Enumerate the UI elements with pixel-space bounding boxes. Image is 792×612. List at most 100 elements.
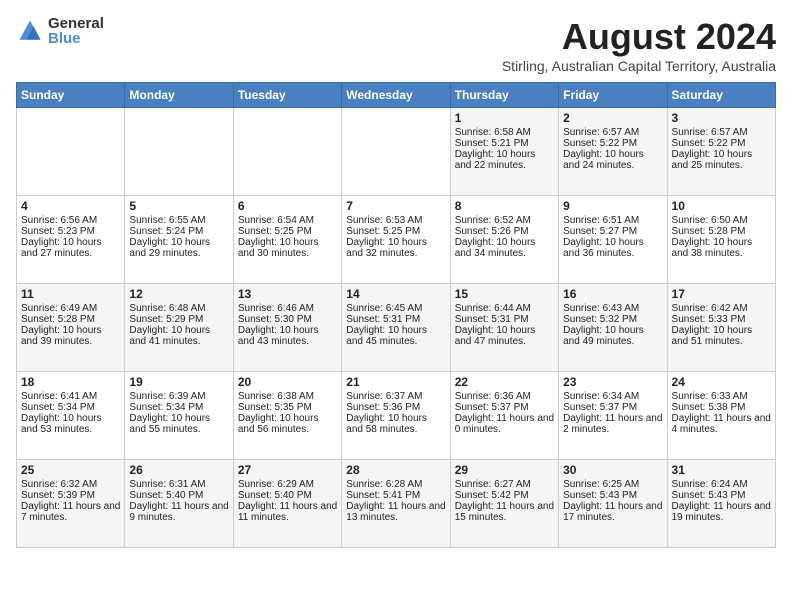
day-info: Sunset: 5:34 PM bbox=[129, 402, 228, 413]
day-number: 31 bbox=[672, 463, 771, 477]
day-info: Sunset: 5:39 PM bbox=[21, 490, 120, 501]
day-info: Sunrise: 6:52 AM bbox=[455, 215, 554, 226]
day-info: Sunrise: 6:46 AM bbox=[238, 303, 337, 314]
day-info: Sunrise: 6:42 AM bbox=[672, 303, 771, 314]
day-info: Daylight: 11 hours and 0 minutes. bbox=[455, 413, 554, 435]
calendar-cell: 17Sunrise: 6:42 AMSunset: 5:33 PMDayligh… bbox=[667, 284, 775, 372]
calendar-cell: 13Sunrise: 6:46 AMSunset: 5:30 PMDayligh… bbox=[233, 284, 341, 372]
logo-text: General Blue bbox=[48, 16, 104, 46]
day-info: Sunrise: 6:49 AM bbox=[21, 303, 120, 314]
day-info: Daylight: 10 hours and 43 minutes. bbox=[238, 325, 337, 347]
calendar-cell: 3Sunrise: 6:57 AMSunset: 5:22 PMDaylight… bbox=[667, 108, 775, 196]
day-info: Daylight: 10 hours and 41 minutes. bbox=[129, 325, 228, 347]
calendar-cell bbox=[233, 108, 341, 196]
calendar-cell bbox=[17, 108, 125, 196]
day-info: Sunrise: 6:34 AM bbox=[563, 391, 662, 402]
calendar-cell: 18Sunrise: 6:41 AMSunset: 5:34 PMDayligh… bbox=[17, 372, 125, 460]
header-cell-thursday: Thursday bbox=[450, 83, 558, 108]
day-info: Sunrise: 6:44 AM bbox=[455, 303, 554, 314]
day-info: Daylight: 10 hours and 25 minutes. bbox=[672, 149, 771, 171]
calendar-cell: 27Sunrise: 6:29 AMSunset: 5:40 PMDayligh… bbox=[233, 460, 341, 548]
day-number: 1 bbox=[455, 111, 554, 125]
day-info: Daylight: 11 hours and 9 minutes. bbox=[129, 501, 228, 523]
logo: General Blue bbox=[16, 16, 104, 46]
location-subtitle: Stirling, Australian Capital Territory, … bbox=[502, 58, 776, 74]
calendar-week-3: 11Sunrise: 6:49 AMSunset: 5:28 PMDayligh… bbox=[17, 284, 776, 372]
calendar-cell: 1Sunrise: 6:58 AMSunset: 5:21 PMDaylight… bbox=[450, 108, 558, 196]
day-number: 6 bbox=[238, 199, 337, 213]
day-info: Sunset: 5:22 PM bbox=[563, 138, 662, 149]
day-info: Daylight: 10 hours and 56 minutes. bbox=[238, 413, 337, 435]
day-info: Sunrise: 6:50 AM bbox=[672, 215, 771, 226]
calendar-cell: 22Sunrise: 6:36 AMSunset: 5:37 PMDayligh… bbox=[450, 372, 558, 460]
calendar-cell: 24Sunrise: 6:33 AMSunset: 5:38 PMDayligh… bbox=[667, 372, 775, 460]
day-info: Sunrise: 6:53 AM bbox=[346, 215, 445, 226]
day-number: 2 bbox=[563, 111, 662, 125]
calendar-cell bbox=[342, 108, 450, 196]
day-info: Daylight: 11 hours and 19 minutes. bbox=[672, 501, 771, 523]
day-info: Sunset: 5:31 PM bbox=[455, 314, 554, 325]
day-info: Daylight: 10 hours and 55 minutes. bbox=[129, 413, 228, 435]
day-info: Sunrise: 6:57 AM bbox=[672, 127, 771, 138]
day-info: Sunrise: 6:54 AM bbox=[238, 215, 337, 226]
calendar-cell: 19Sunrise: 6:39 AMSunset: 5:34 PMDayligh… bbox=[125, 372, 233, 460]
calendar-cell: 2Sunrise: 6:57 AMSunset: 5:22 PMDaylight… bbox=[559, 108, 667, 196]
calendar-cell: 5Sunrise: 6:55 AMSunset: 5:24 PMDaylight… bbox=[125, 196, 233, 284]
day-info: Sunset: 5:23 PM bbox=[21, 226, 120, 237]
logo-icon bbox=[16, 17, 44, 45]
day-info: Daylight: 10 hours and 27 minutes. bbox=[21, 237, 120, 259]
day-info: Sunset: 5:40 PM bbox=[129, 490, 228, 501]
day-info: Sunset: 5:32 PM bbox=[563, 314, 662, 325]
title-section: August 2024 Stirling, Australian Capital… bbox=[502, 16, 776, 74]
day-info: Sunrise: 6:55 AM bbox=[129, 215, 228, 226]
day-number: 15 bbox=[455, 287, 554, 301]
day-info: Daylight: 10 hours and 34 minutes. bbox=[455, 237, 554, 259]
day-info: Sunset: 5:43 PM bbox=[672, 490, 771, 501]
calendar-week-1: 1Sunrise: 6:58 AMSunset: 5:21 PMDaylight… bbox=[17, 108, 776, 196]
calendar-cell: 23Sunrise: 6:34 AMSunset: 5:37 PMDayligh… bbox=[559, 372, 667, 460]
day-info: Sunrise: 6:51 AM bbox=[563, 215, 662, 226]
day-info: Sunrise: 6:57 AM bbox=[563, 127, 662, 138]
calendar-cell: 30Sunrise: 6:25 AMSunset: 5:43 PMDayligh… bbox=[559, 460, 667, 548]
day-info: Daylight: 11 hours and 7 minutes. bbox=[21, 501, 120, 523]
calendar-cell: 7Sunrise: 6:53 AMSunset: 5:25 PMDaylight… bbox=[342, 196, 450, 284]
day-info: Daylight: 10 hours and 38 minutes. bbox=[672, 237, 771, 259]
day-number: 17 bbox=[672, 287, 771, 301]
day-number: 21 bbox=[346, 375, 445, 389]
day-info: Daylight: 11 hours and 15 minutes. bbox=[455, 501, 554, 523]
day-info: Daylight: 10 hours and 58 minutes. bbox=[346, 413, 445, 435]
day-info: Daylight: 10 hours and 36 minutes. bbox=[563, 237, 662, 259]
day-info: Sunrise: 6:37 AM bbox=[346, 391, 445, 402]
day-info: Sunset: 5:27 PM bbox=[563, 226, 662, 237]
calendar-cell: 14Sunrise: 6:45 AMSunset: 5:31 PMDayligh… bbox=[342, 284, 450, 372]
calendar-cell: 25Sunrise: 6:32 AMSunset: 5:39 PMDayligh… bbox=[17, 460, 125, 548]
calendar-table: SundayMondayTuesdayWednesdayThursdayFrid… bbox=[16, 82, 776, 548]
day-number: 26 bbox=[129, 463, 228, 477]
day-number: 8 bbox=[455, 199, 554, 213]
day-number: 29 bbox=[455, 463, 554, 477]
day-info: Sunrise: 6:33 AM bbox=[672, 391, 771, 402]
day-info: Daylight: 10 hours and 39 minutes. bbox=[21, 325, 120, 347]
day-info: Sunset: 5:35 PM bbox=[238, 402, 337, 413]
day-info: Sunset: 5:30 PM bbox=[238, 314, 337, 325]
day-number: 5 bbox=[129, 199, 228, 213]
day-info: Daylight: 10 hours and 22 minutes. bbox=[455, 149, 554, 171]
day-info: Sunset: 5:40 PM bbox=[238, 490, 337, 501]
day-info: Sunset: 5:41 PM bbox=[346, 490, 445, 501]
header-cell-tuesday: Tuesday bbox=[233, 83, 341, 108]
calendar-body: 1Sunrise: 6:58 AMSunset: 5:21 PMDaylight… bbox=[17, 108, 776, 548]
day-number: 24 bbox=[672, 375, 771, 389]
day-info: Sunset: 5:29 PM bbox=[129, 314, 228, 325]
day-number: 23 bbox=[563, 375, 662, 389]
calendar-cell: 29Sunrise: 6:27 AMSunset: 5:42 PMDayligh… bbox=[450, 460, 558, 548]
day-number: 12 bbox=[129, 287, 228, 301]
day-info: Sunrise: 6:24 AM bbox=[672, 479, 771, 490]
day-info: Sunset: 5:22 PM bbox=[672, 138, 771, 149]
day-info: Daylight: 11 hours and 4 minutes. bbox=[672, 413, 771, 435]
day-number: 14 bbox=[346, 287, 445, 301]
day-number: 27 bbox=[238, 463, 337, 477]
header-cell-wednesday: Wednesday bbox=[342, 83, 450, 108]
day-info: Sunrise: 6:28 AM bbox=[346, 479, 445, 490]
calendar-cell: 9Sunrise: 6:51 AMSunset: 5:27 PMDaylight… bbox=[559, 196, 667, 284]
day-info: Sunrise: 6:58 AM bbox=[455, 127, 554, 138]
